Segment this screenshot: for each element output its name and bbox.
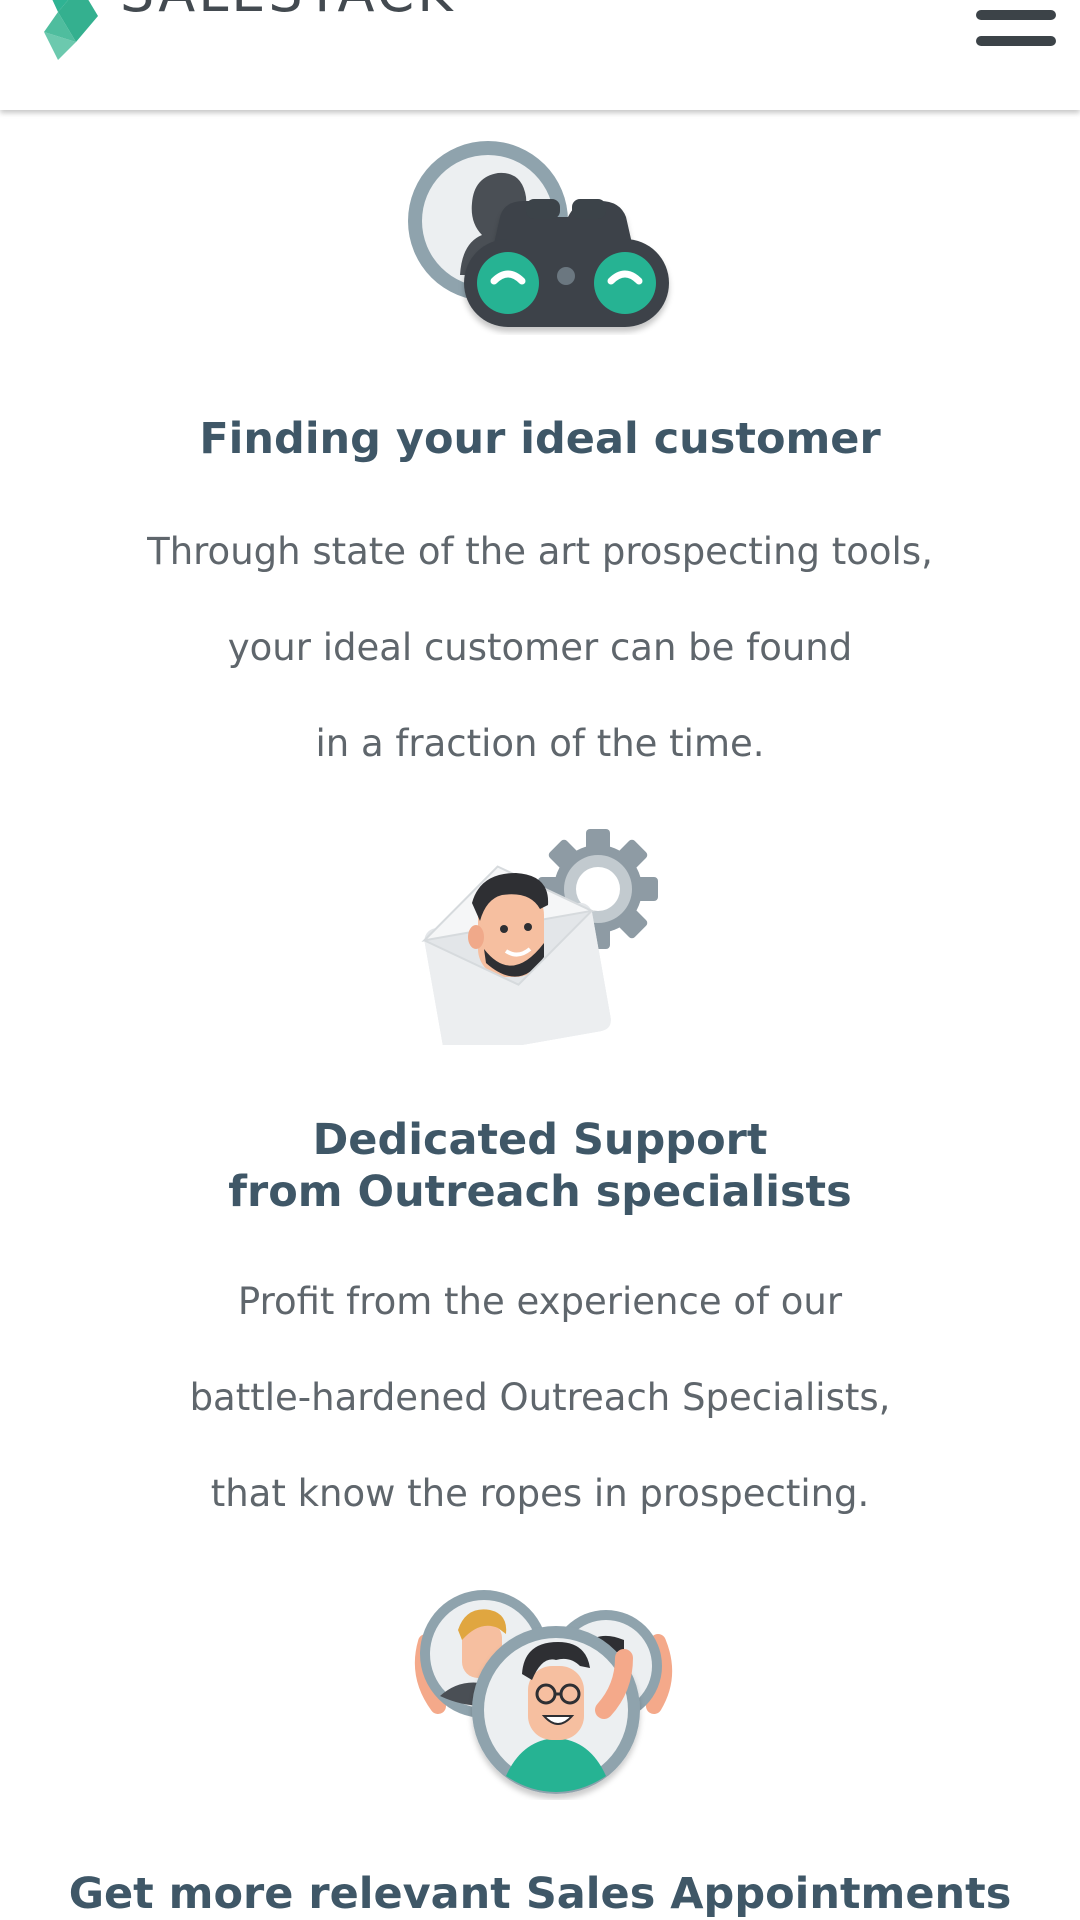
description-line: Profit from the experience of our [237, 1280, 843, 1323]
feature-title-line: Dedicated Support [312, 1115, 768, 1165]
description-line: in a fraction of the time. [315, 722, 765, 765]
description-line: your ideal customer can be found [227, 626, 853, 669]
feature-description: Profit from the experience of our battle… [0, 1254, 1080, 1542]
binoculars-prospect-icon [408, 141, 669, 327]
description-line: Through state of the art prospecting too… [147, 530, 933, 573]
feature-title: Dedicated Support from Outreach speciali… [0, 1114, 1080, 1218]
feature-description: Through state of the art prospecting too… [0, 504, 1080, 792]
hamburger-icon-bar [976, 36, 1056, 46]
cheering-team-icon [414, 1590, 673, 1794]
description-line: battle-hardened Outreach Specialists, [189, 1376, 891, 1419]
salestack-logo-icon[interactable] [36, 0, 106, 60]
feature-title: Finding your ideal customer [199, 414, 881, 464]
hamburger-icon [976, 10, 1056, 20]
envelope-gear-specialist-icon [421, 829, 658, 1045]
hamburger-menu-button[interactable] [974, 4, 1060, 50]
feature-title: Get more relevant Sales Appointments [68, 1869, 1012, 1919]
brand-name[interactable]: SALESTACK [120, 0, 456, 20]
feature-title-line: from Outreach specialists [228, 1167, 852, 1217]
description-line: that know the ropes in prospecting. [210, 1472, 870, 1515]
site-header: SALESTACK [0, 0, 1080, 110]
